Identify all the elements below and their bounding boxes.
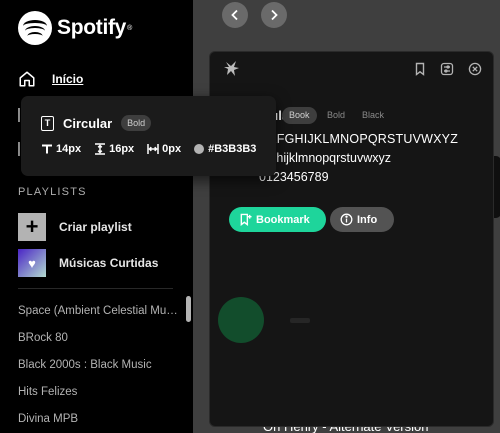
sidebar-divider xyxy=(18,288,173,289)
weight-option-bold[interactable]: Bold xyxy=(320,107,352,124)
playlists-section-title: PLAYLISTS xyxy=(18,186,87,198)
font-size-metric: 14px xyxy=(41,143,81,155)
heart-icon: ♥ xyxy=(18,249,46,277)
line-height-metric: 16px xyxy=(94,143,134,155)
color-metric: #B3B3B3 xyxy=(194,143,256,155)
bookmark-icon[interactable] xyxy=(413,62,427,76)
playlist-item[interactable]: Divina MPB xyxy=(18,413,178,433)
weight-option-black[interactable]: Black xyxy=(355,107,391,124)
tooltip-metrics: 14px 16px 0px #B3B3B3 xyxy=(41,143,269,155)
tooltip-font-name: Circular xyxy=(63,115,113,131)
color-value: #B3B3B3 xyxy=(208,143,257,155)
tooltip-header: T Circular Bold xyxy=(41,115,152,131)
spotify-logo[interactable]: Spotify ® xyxy=(18,11,132,45)
bookmark-button[interactable]: Bookmark xyxy=(229,207,326,232)
plus-icon: + xyxy=(18,213,46,241)
settings-icon[interactable] xyxy=(440,62,454,76)
sidebar: Spotify ® Início PLAYLISTS + Criar playl… xyxy=(0,0,193,433)
tooltip-weight-badge: Bold xyxy=(121,115,152,131)
font-file-icon: T xyxy=(41,115,54,131)
extension-logo-icon xyxy=(224,61,239,76)
create-playlist-label: Criar playlist xyxy=(59,220,132,234)
font-size-icon xyxy=(42,144,52,154)
liked-songs-label: Músicas Curtidas xyxy=(59,256,159,270)
play-button-shadow xyxy=(218,297,264,343)
sidebar-scrollbar[interactable] xyxy=(186,296,191,322)
back-button[interactable] xyxy=(222,2,248,28)
close-icon[interactable] xyxy=(468,62,482,76)
weight-option-book[interactable]: Book xyxy=(282,107,317,124)
playlist-item[interactable]: Black 2000s : Black Music xyxy=(18,359,178,386)
panel-header xyxy=(210,52,493,86)
bookmark-button-label: Bookmark xyxy=(256,213,310,226)
info-icon xyxy=(340,213,353,226)
info-button-label: Info xyxy=(357,213,378,226)
logo-wordmark: Spotify xyxy=(57,16,127,39)
chevron-left-icon xyxy=(231,9,238,21)
font-tooltip: T Circular Bold 14px 16px 0px #B3B3B3 xyxy=(21,96,276,176)
specimen-uppercase: DEFGHIJKLMNOPQRSTUVWXYZ xyxy=(259,132,459,146)
background-control-shadow xyxy=(290,318,310,323)
nav-home-label: Início xyxy=(52,72,84,86)
forward-button[interactable] xyxy=(261,2,287,28)
playlist-item[interactable]: BRock 80 xyxy=(18,332,178,359)
spotify-logo-icon xyxy=(18,11,52,45)
specimen-lowercase: efghijklmnopqrstuvwxyz xyxy=(259,151,391,165)
logo-registered-mark: ® xyxy=(127,24,133,32)
font-size-value: 14px xyxy=(56,143,82,155)
nav-home[interactable]: Início xyxy=(18,70,83,88)
playlist-item[interactable]: Hits Felizes xyxy=(18,386,178,413)
color-swatch xyxy=(194,144,205,154)
letter-spacing-icon xyxy=(147,144,159,154)
home-icon xyxy=(19,71,35,87)
letter-spacing-metric: 0px xyxy=(147,143,181,155)
bookmark-add-icon xyxy=(240,213,252,226)
chevron-right-icon xyxy=(271,9,278,21)
line-height-value: 16px xyxy=(109,143,135,155)
create-playlist-button[interactable]: + Criar playlist xyxy=(18,213,132,241)
line-height-icon xyxy=(95,143,106,155)
playlist-list: Space (Ambient Celestial Music) BRock 80… xyxy=(18,305,178,433)
liked-songs-button[interactable]: ♥ Músicas Curtidas xyxy=(18,249,158,277)
letter-spacing-value: 0px xyxy=(162,143,182,155)
playlist-item[interactable]: Space (Ambient Celestial Music) xyxy=(18,305,178,332)
info-button[interactable]: Info xyxy=(330,207,394,232)
